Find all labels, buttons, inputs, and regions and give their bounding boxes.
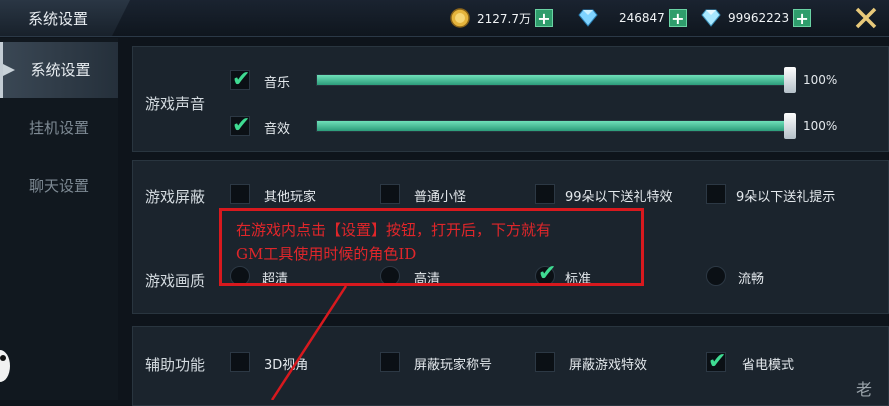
music-slider[interactable] — [316, 74, 794, 86]
sidebar-item-idle-settings[interactable]: 挂机设置 — [0, 100, 118, 156]
add-diamond-button[interactable]: + — [668, 9, 687, 27]
effects-checkbox[interactable] — [230, 113, 250, 138]
gold-coin-icon — [450, 8, 470, 28]
bound-diamond-currency: 99962223 + — [700, 8, 812, 28]
window-title: 系统设置 — [28, 10, 89, 28]
active-arrow-icon — [3, 64, 15, 76]
effects-slider-fill — [317, 121, 793, 131]
music-slider-fill — [317, 75, 793, 85]
watermark: 老 — [856, 380, 873, 399]
sidebar: 系统设置 挂机设置 聊天设置 — [0, 38, 118, 400]
music-slider-thumb[interactable] — [784, 67, 796, 93]
shield-normal-monsters-label: 普通小怪 — [414, 190, 467, 205]
effects-label: 音效 — [264, 122, 291, 137]
shield-gift-effects-checkbox[interactable] — [535, 184, 555, 204]
gold-currency: 2127.7万 + — [449, 8, 553, 28]
quality-smooth-radio[interactable] — [706, 266, 726, 286]
sidebar-item-chat-settings[interactable]: 聊天设置 — [0, 158, 118, 214]
quality-section-label: 游戏画质 — [145, 272, 206, 290]
bound-diamond-amount: 99962223 — [728, 11, 790, 25]
diamond-currency: 246847 + — [577, 8, 687, 28]
assist-hide-titles-checkbox[interactable] — [380, 352, 400, 372]
effects-value: 100% — [803, 119, 838, 133]
effects-slider-thumb[interactable] — [784, 113, 796, 139]
sidebar-item-label: 聊天设置 — [28, 177, 89, 195]
assist-hide-effects-checkbox[interactable] — [535, 352, 555, 372]
close-icon[interactable] — [852, 4, 880, 32]
shield-other-players-checkbox[interactable] — [230, 184, 250, 204]
gold-amount: 2127.7万 — [477, 11, 531, 26]
effects-slider[interactable] — [316, 120, 794, 132]
shield-gift-tips-label: 9朵以下送礼提示 — [736, 190, 836, 205]
assist-section-label: 辅助功能 — [145, 356, 206, 374]
shield-other-players-label: 其他玩家 — [264, 190, 317, 205]
bound-diamond-icon — [701, 9, 721, 27]
sidebar-item-label: 系统设置 — [30, 61, 91, 79]
assist-hide-effects-label: 屏蔽游戏特效 — [569, 358, 648, 373]
music-value: 100% — [803, 73, 838, 87]
music-label: 音乐 — [264, 76, 291, 91]
quality-smooth-label: 流畅 — [738, 272, 765, 287]
add-bound-diamond-button[interactable]: + — [793, 9, 812, 27]
diamond-amount: 246847 — [619, 11, 665, 25]
assist-3d-view-checkbox[interactable] — [230, 352, 250, 372]
add-gold-button[interactable]: + — [535, 9, 553, 27]
assist-3d-view-label: 3D视角 — [264, 358, 309, 373]
sidebar-item-label: 挂机设置 — [28, 119, 89, 137]
diamond-icon — [578, 9, 598, 27]
mascot-icon — [0, 350, 10, 382]
sound-section-label: 游戏声音 — [145, 95, 206, 113]
sidebar-item-system-settings[interactable]: 系统设置 — [0, 42, 118, 98]
assist-hide-titles-label: 屏蔽玩家称号 — [414, 358, 493, 373]
assist-power-save-label: 省电模式 — [742, 358, 795, 373]
shield-gift-effects-label: 99朵以下送礼特效 — [565, 190, 673, 205]
shield-section-label: 游戏屏蔽 — [145, 188, 206, 206]
music-checkbox[interactable] — [230, 67, 250, 92]
shield-gift-tips-checkbox[interactable] — [706, 184, 726, 204]
shield-normal-monsters-checkbox[interactable] — [380, 184, 400, 204]
annotation-line-1: 在游戏内点击【设置】按钮，打开后，下方就有 — [236, 221, 552, 239]
assist-power-save-checkbox[interactable] — [706, 349, 726, 374]
annotation-line-2: GM工具使用时候的角色ID — [236, 245, 417, 263]
top-bar: 系统设置 2127.7万 + 246847 + 99962223 + — [0, 0, 889, 37]
